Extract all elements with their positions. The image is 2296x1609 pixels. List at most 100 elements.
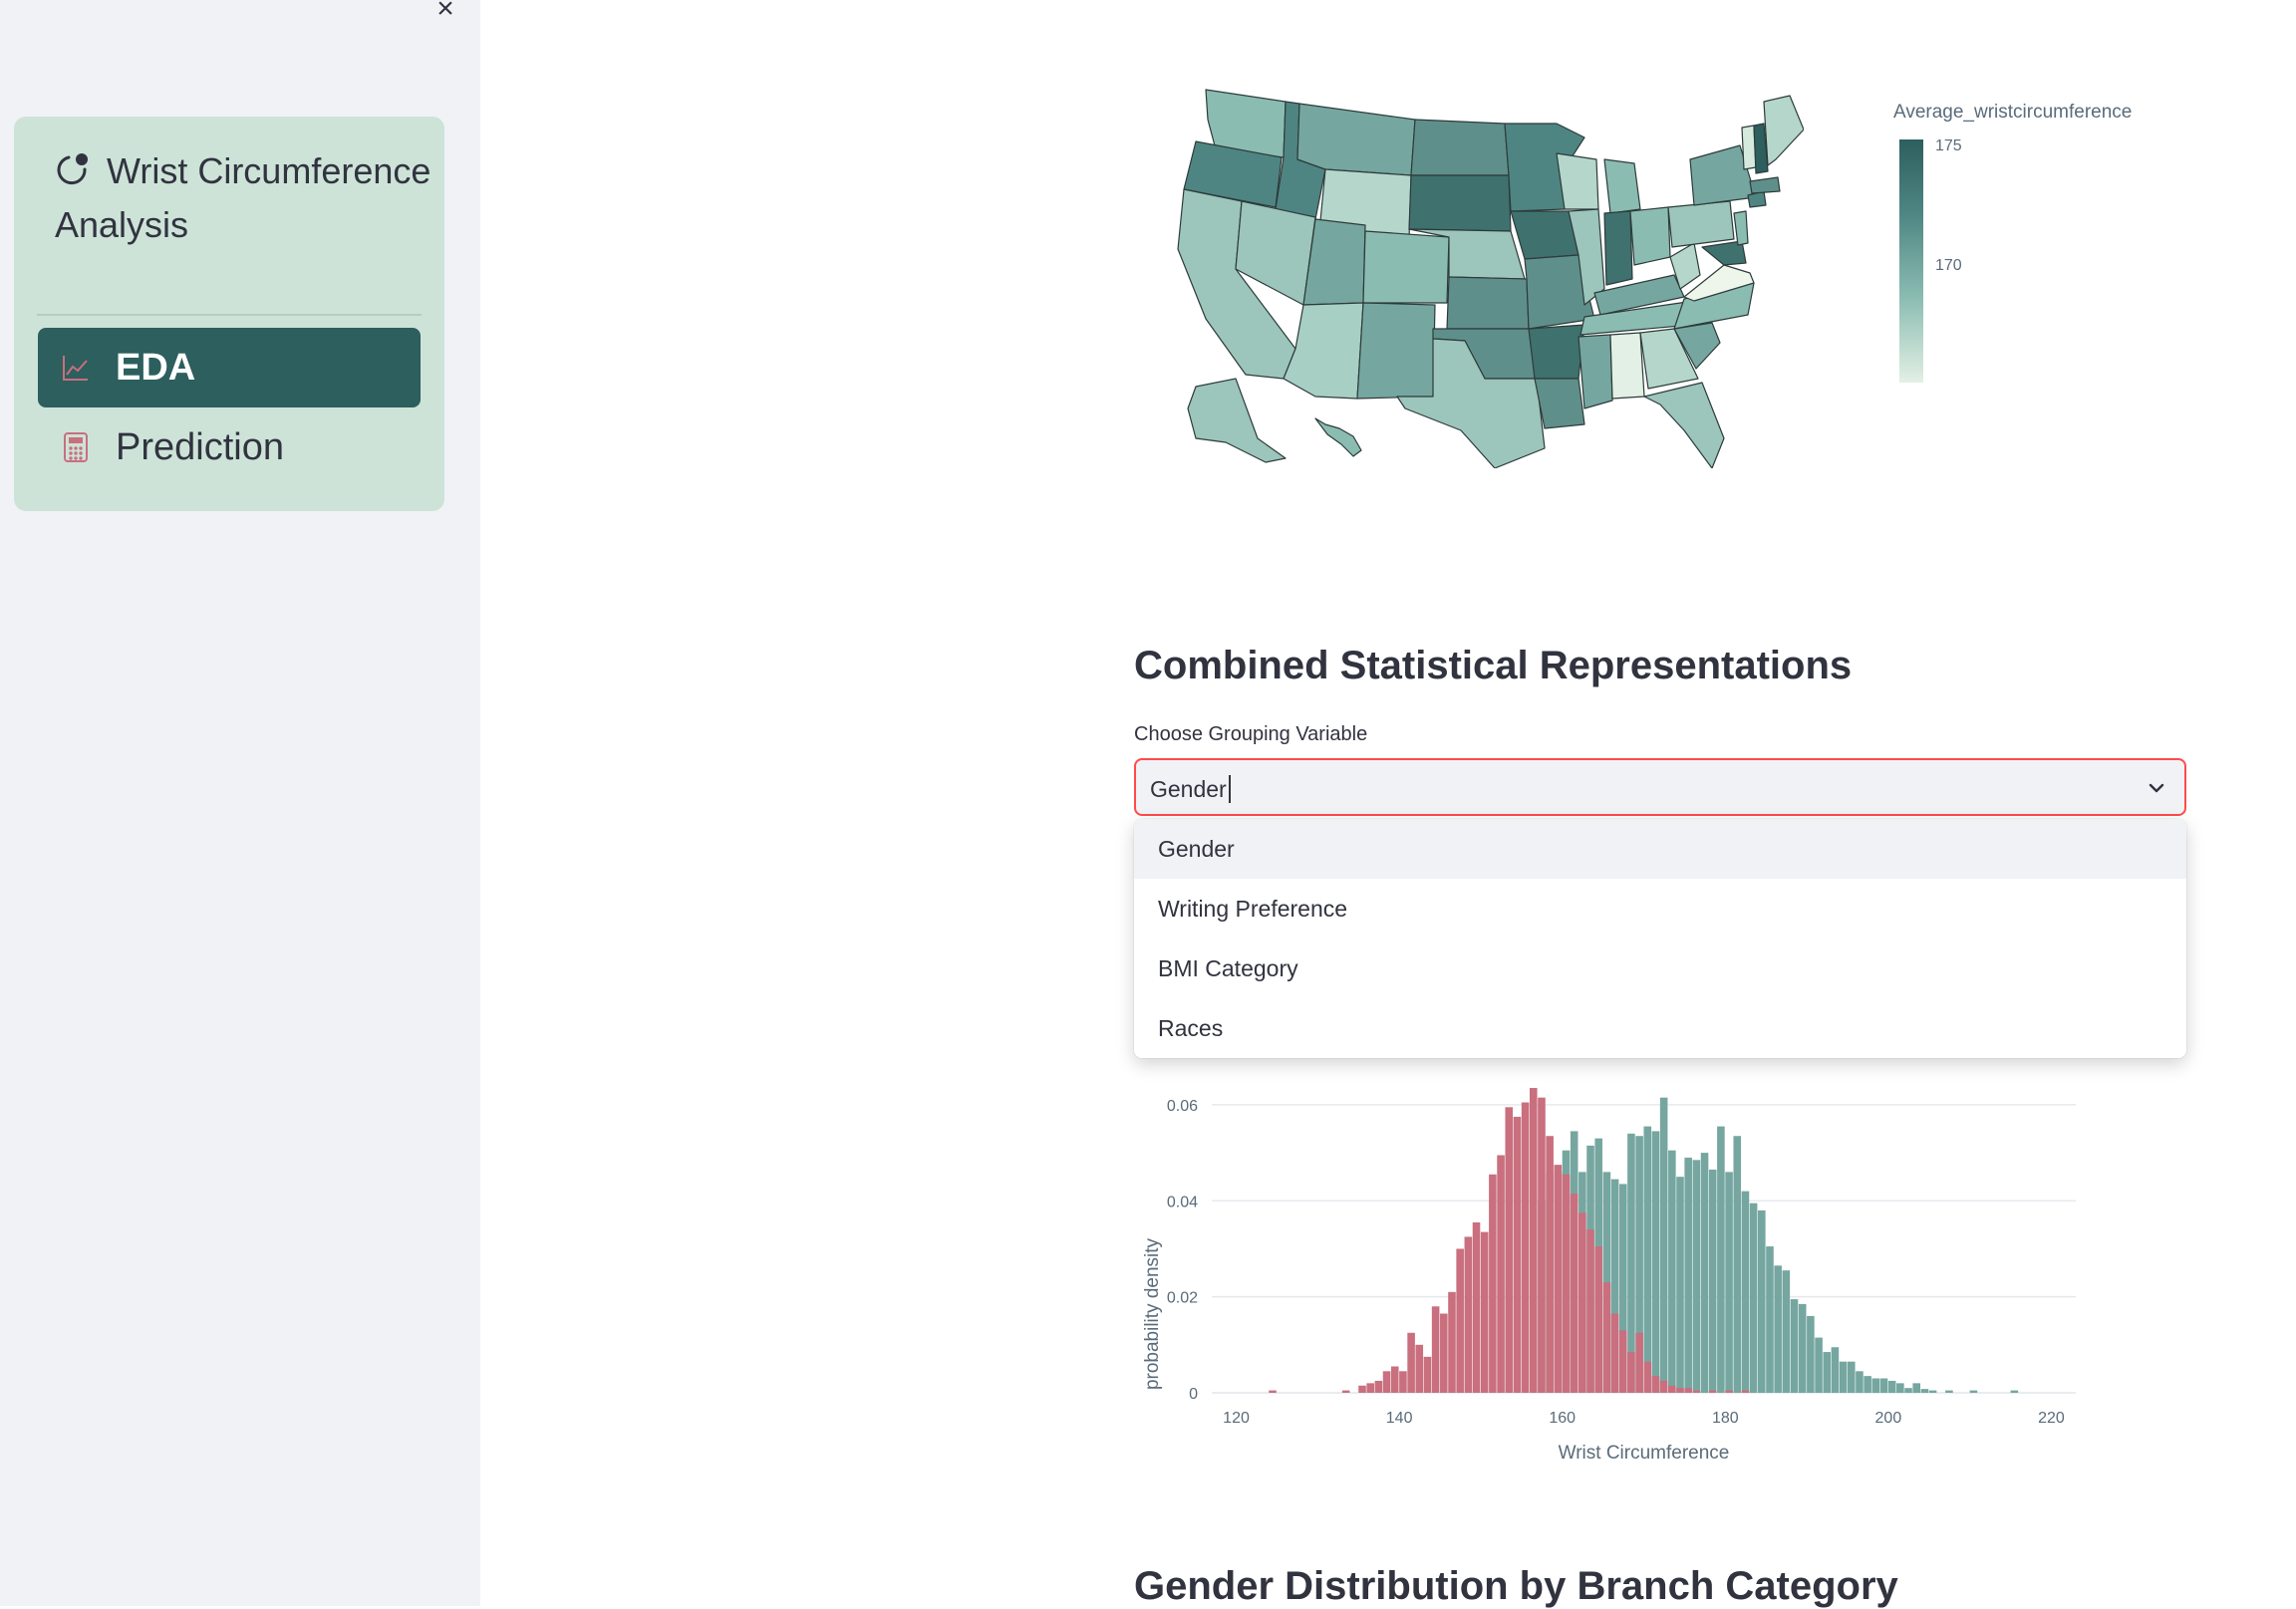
histogram-bar — [1708, 1169, 1717, 1393]
map-state-co — [1362, 230, 1450, 304]
histogram-bar — [1407, 1332, 1415, 1393]
map-state-mi — [1603, 158, 1641, 214]
map-state-in — [1603, 210, 1633, 286]
chart-y-tick-label: 0.06 — [1167, 1098, 1198, 1115]
us-choropleth-map[interactable] — [1166, 80, 1804, 468]
histogram-bar — [1578, 1212, 1586, 1393]
histogram-bar — [1839, 1361, 1848, 1393]
histogram-bar — [1374, 1380, 1383, 1393]
grouping-dropdown-menu: Gender Writing Preference BMI Category R… — [1134, 819, 2186, 1058]
map-legend-title: Average_wristcircumference — [1893, 102, 2133, 123]
map-state-mt — [1296, 103, 1416, 176]
histogram-bar — [1269, 1390, 1277, 1393]
map-state-az — [1283, 302, 1364, 400]
nav-item-eda[interactable]: EDA — [38, 328, 421, 407]
histogram-bar — [1741, 1191, 1750, 1393]
histogram-bar — [1684, 1388, 1692, 1393]
histogram-bar — [1708, 1390, 1717, 1393]
map-state-ms — [1578, 334, 1613, 409]
chart-y-tick-label: 0.02 — [1167, 1290, 1198, 1307]
histogram-bar — [1700, 1153, 1709, 1393]
map-state-la — [1534, 378, 1585, 429]
histogram-bar — [1717, 1126, 1725, 1393]
map-state-ak — [1187, 378, 1287, 463]
nav-item-prediction[interactable]: Prediction — [38, 407, 421, 487]
chart-x-tick-label: 220 — [2038, 1410, 2065, 1427]
map-legend-tick: 175 — [1935, 137, 1962, 154]
close-sidebar-button[interactable]: × — [429, 0, 462, 24]
histogram-bar — [1464, 1236, 1473, 1393]
wrist-histogram-chart[interactable]: 0 0.02 0.04 0.06 120 140 160 180 200 220 Wrist Cir… — [1134, 1056, 2091, 1475]
chart-x-tick-label: 200 — [1875, 1410, 1902, 1427]
histogram-bar — [1635, 1332, 1643, 1393]
grouping-select-label: Choose Grouping Variable — [1134, 723, 1368, 745]
chart-y-axis-label: probability density — [1142, 1237, 1163, 1390]
dropdown-option-writing-preference[interactable]: Writing Preference — [1134, 879, 2186, 939]
histogram-bar — [1456, 1248, 1464, 1393]
menu-title: Wrist Circumference Analysis — [55, 144, 433, 252]
histogram-bar — [1382, 1371, 1391, 1393]
map-state-ma — [1749, 176, 1781, 194]
dropdown-option-races[interactable]: Races — [1134, 998, 2186, 1058]
chart-x-tick-label: 180 — [1712, 1410, 1739, 1427]
grouping-select-value[interactable]: Gender — [1150, 775, 1231, 803]
histogram-bar — [1692, 1390, 1701, 1393]
map-colorscale — [1899, 139, 1923, 383]
map-state-ia — [1510, 210, 1579, 260]
histogram-bar — [1676, 1388, 1684, 1393]
grouping-select[interactable]: Gender — [1134, 758, 2186, 816]
histogram-bar — [1602, 1282, 1611, 1393]
map-state-sd — [1408, 174, 1512, 232]
chart-y-tick-label: 0.04 — [1167, 1194, 1198, 1210]
chart-x-axis-label: Wrist Circumference — [1559, 1443, 1730, 1464]
histogram-bar — [1969, 1390, 1978, 1393]
chart-line-icon — [58, 350, 94, 386]
histogram-bar — [1668, 1385, 1676, 1393]
histogram-bar — [1912, 1383, 1920, 1393]
map-state-pa — [1667, 200, 1735, 248]
histogram-bar — [1676, 1177, 1684, 1393]
histogram-bar — [1684, 1157, 1692, 1393]
histogram-bar — [1643, 1361, 1652, 1393]
histogram-bar — [1904, 1388, 1912, 1393]
histogram-bar — [1920, 1389, 1929, 1393]
nav-item-label: EDA — [116, 346, 196, 389]
histogram-bar — [1766, 1246, 1774, 1393]
histogram-bar — [1538, 1097, 1546, 1393]
histogram-bar — [1497, 1155, 1505, 1393]
dropdown-option-gender[interactable]: Gender — [1134, 819, 2186, 879]
histogram-bar — [1847, 1361, 1856, 1393]
map-legend-tick: 170 — [1935, 257, 1962, 274]
histogram-bar — [1692, 1160, 1701, 1393]
histogram-bar — [1472, 1221, 1481, 1393]
chart-x-tick-label: 140 — [1386, 1410, 1413, 1427]
section-title-gender-distribution: Gender Distribution by Branch Category — [1134, 1564, 1898, 1608]
histogram-bar — [1570, 1194, 1578, 1393]
histogram-bar — [1440, 1313, 1448, 1393]
histogram-bar — [1871, 1378, 1880, 1393]
histogram-bar — [1725, 1172, 1733, 1393]
histogram-bar — [1659, 1097, 1668, 1393]
histogram-bar — [1529, 1088, 1538, 1393]
chevron-down-icon[interactable] — [2145, 776, 2168, 800]
map-state-oh — [1629, 206, 1671, 266]
map-state-nd — [1410, 119, 1510, 176]
histogram-bar — [1651, 1131, 1660, 1393]
nav-item-label: Prediction — [116, 425, 284, 468]
histogram-bar — [1431, 1306, 1440, 1393]
chart-x-tick-label: 160 — [1549, 1410, 1576, 1427]
histogram-bar — [1879, 1378, 1888, 1393]
histogram-bar — [1366, 1383, 1374, 1393]
histogram-bar — [1856, 1371, 1864, 1393]
histogram-bar — [1928, 1390, 1937, 1393]
map-state-hi — [1314, 417, 1362, 457]
chart-x-tick-label: 120 — [1223, 1410, 1250, 1427]
text-caret — [1228, 775, 1231, 803]
histogram-bar — [1448, 1291, 1456, 1393]
histogram-bar — [1513, 1116, 1522, 1393]
dropdown-option-bmi-category[interactable]: BMI Category — [1134, 939, 2186, 998]
map-state-fl — [1643, 382, 1725, 468]
histogram-bar — [1758, 1209, 1766, 1393]
map-state-ar — [1528, 324, 1585, 380]
map-state-al — [1609, 332, 1645, 400]
